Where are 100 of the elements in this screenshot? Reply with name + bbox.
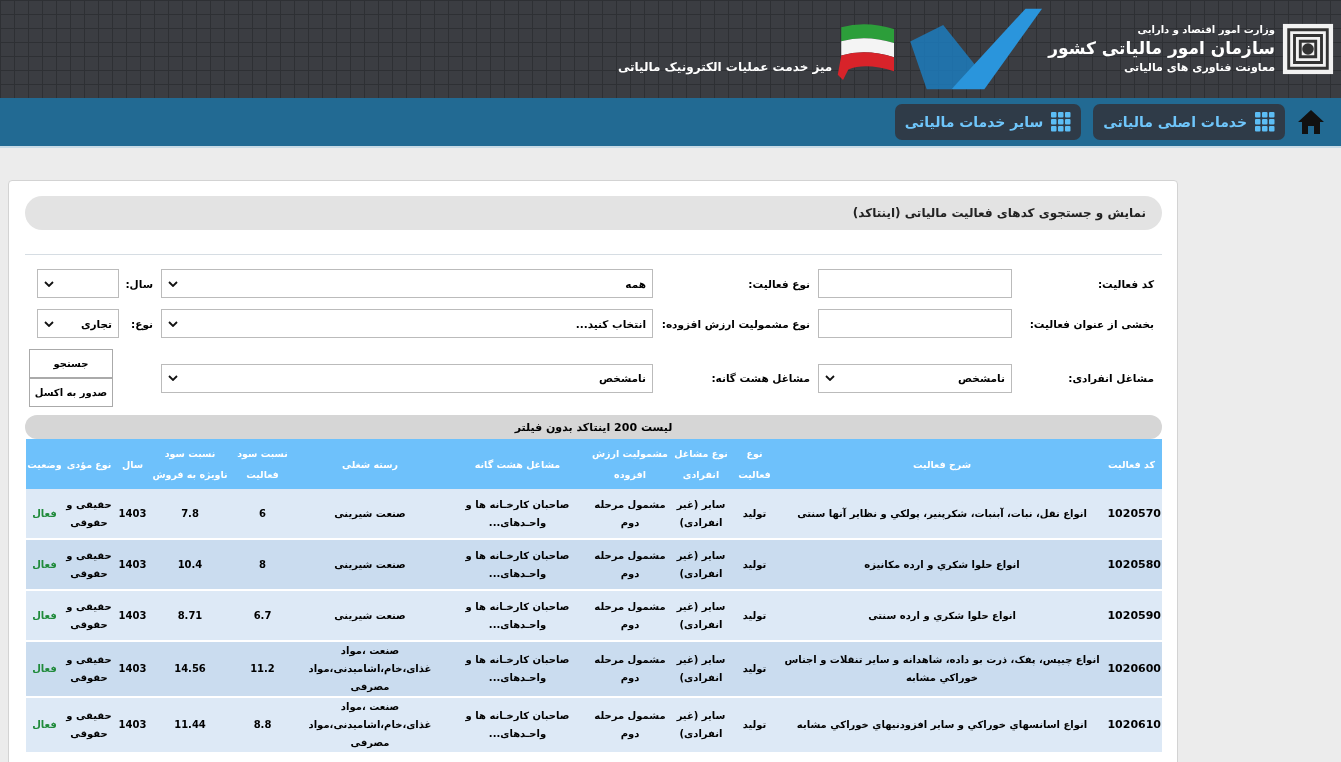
table-cell: فعال [26, 539, 63, 590]
deputy-name: معاونت فناوری های مالیاتی [1123, 61, 1275, 74]
column-header: نسبت سود ناویژه به فروش [150, 439, 230, 489]
chevron-icon [168, 280, 178, 287]
table-cell: انواع اسانسهاي خوراکي و سایر افزودنیهاي خوراکي مشابه [777, 697, 1107, 753]
table-cell: 11.44 [150, 697, 230, 753]
table-cell: 1020600 [1107, 641, 1162, 697]
table-cell: صنعت ،مواد غذای،خام،اشامیدنی،مواد مصرفی [295, 697, 445, 753]
column-header: نسبت سود فعالیت [230, 439, 295, 489]
table-cell: صاحبان کارخـانه ها و واحـدهای... [445, 489, 590, 539]
input-field[interactable] [818, 309, 1012, 338]
table-cell: صاحبان کارخـانه ها و واحـدهای... [445, 590, 590, 641]
field-label: مشاغل انفرادی: [1067, 372, 1155, 384]
field-label: نوع فعالیت: [747, 277, 811, 290]
table-cell: 1403 [115, 590, 150, 641]
dropdown-field[interactable]: تجاری [37, 309, 119, 338]
field-label: نوع: [130, 317, 154, 330]
field-label: بخشی از عنوان فعالیت: [1028, 317, 1155, 330]
table-cell: مشمول مرحله دوم [590, 539, 670, 590]
table-cell: 10.4 [150, 539, 230, 590]
nav-button[interactable]: خدمات اصلی مالیاتی [1093, 104, 1285, 140]
ministry-name: وزارت امور اقتصاد و دارایی [1137, 24, 1275, 35]
table-cell: 8 [230, 539, 295, 590]
nav-button[interactable]: سایر خدمات مالیاتی [894, 104, 1082, 140]
input-field[interactable] [818, 269, 1012, 298]
table-cell: فعال [26, 697, 63, 753]
table-cell: صاحبان کارخـانه ها و واحـدهای... [445, 641, 590, 697]
column-header: وضعیت [26, 439, 63, 489]
service-desk-title: میز خدمت عملیات الکترونیک مالیاتی [617, 60, 833, 74]
table-cell: حقیقی و حقوقی [63, 539, 115, 590]
chevron-icon [825, 375, 835, 381]
table-cell: صاحبان کارخـانه ها و واحـدهای... [445, 697, 590, 753]
table-cell: حقیقی و حقوقی [63, 641, 115, 697]
column-header: شرح فعالیت [777, 439, 1107, 489]
table-cell: 1020610 [1107, 697, 1162, 753]
field-label: مشاغل هشت گانه: [710, 372, 811, 384]
table-cell: فعال [26, 489, 63, 539]
table-cell: سایر (غیر انفرادی) [670, 539, 732, 590]
table-cell: حقیقی و حقوقی [63, 489, 115, 539]
table-cell: تولید [732, 590, 777, 641]
column-header: مشمولیت ارزش افزوده [590, 439, 670, 489]
emblem-icon [1281, 21, 1335, 77]
dropdown-field[interactable] [37, 269, 119, 298]
chevron-icon [168, 375, 178, 381]
table-cell: انواع نقل، نبات، آبنبات، شکرپنیر، پولکي و نظایر آنها سنتی [777, 489, 1107, 539]
table-cell: سایر (غیر انفرادی) [670, 489, 732, 539]
table-cell: سایر (غیر انفرادی) [670, 641, 732, 697]
table-cell: 1403 [115, 641, 150, 697]
grid-icon [1255, 112, 1275, 132]
column-header: رسته شغلی [295, 439, 445, 489]
chevron-icon [44, 320, 54, 327]
table-cell: مشمول مرحله دوم [590, 697, 670, 753]
column-header: کد فعالیت [1107, 439, 1162, 489]
grid-icon [1051, 112, 1072, 132]
list-caption: لیست 200 اینتاکد بدون فیلتر [25, 415, 1162, 439]
table-cell: تولید [732, 489, 777, 539]
table-cell: تولید [732, 697, 777, 753]
column-header: نوع فعالیت [732, 439, 777, 489]
table-cell: 1403 [115, 489, 150, 539]
chevron-icon [44, 280, 54, 287]
table-cell: 6.7 [230, 590, 295, 641]
table-cell: 1403 [115, 697, 150, 753]
page-title: نمایش و جستجوی کدهای فعالیت مالیاتی (اینتاکد) [25, 196, 1162, 230]
table-cell: 11.2 [230, 641, 295, 697]
table-cell: سایر (غیر انفرادی) [670, 697, 732, 753]
column-header: نوع مؤدی [63, 439, 115, 489]
table-cell: صاحبان کارخـانه ها و واحـدهای... [445, 539, 590, 590]
table-cell: فعال [26, 641, 63, 697]
table-cell: انواع حلوا شکري و ارده سنتی [777, 590, 1107, 641]
table-cell: سایر (غیر انفرادی) [670, 590, 732, 641]
table-cell: 14.56 [150, 641, 230, 697]
column-header: سال [115, 439, 150, 489]
table-cell: فعال [26, 590, 63, 641]
field-label: سال: [124, 277, 154, 290]
table-cell: 1020580 [1107, 539, 1162, 590]
table-cell: صنعت شیرینی [295, 489, 445, 539]
dropdown-field[interactable]: انتخاب کنید... [161, 309, 653, 338]
dropdown-field[interactable]: نامشخص [161, 363, 653, 393]
table-cell: مشمول مرحله دوم [590, 489, 670, 539]
table-cell: 1020570 [1107, 489, 1162, 539]
table-cell: مشمول مرحله دوم [590, 590, 670, 641]
table-cell: مشمول مرحله دوم [590, 641, 670, 697]
table-cell: تولید [732, 641, 777, 697]
column-header: مشاغل هشت گانه [445, 439, 590, 489]
dropdown-field[interactable]: نامشخص [818, 363, 1012, 393]
table-cell: صنعت شیرینی [295, 590, 445, 641]
home-icon[interactable] [1297, 109, 1325, 135]
chevron-icon [168, 320, 178, 327]
action-button[interactable]: جستجو [29, 349, 113, 378]
field-label: نوع مشمولیت ارزش افزوده: [660, 317, 811, 330]
table-cell: 8.8 [230, 697, 295, 753]
field-label: کد فعالیت: [1096, 277, 1155, 290]
action-button[interactable]: صدور به اکسل [29, 378, 113, 407]
table-cell: حقیقی و حقوقی [63, 697, 115, 753]
table-cell: انواع چیپس، پفک، ذرت بو داده، شاهدانه و سایر تنقلات و اجناس خوراکي مشابه [777, 641, 1107, 697]
dropdown-field[interactable]: همه [161, 269, 653, 298]
column-header: نوع مشاغل انفرادی [670, 439, 732, 489]
table-cell: صنعت شیرینی [295, 539, 445, 590]
table-cell: 1020590 [1107, 590, 1162, 641]
table-cell: 6 [230, 489, 295, 539]
